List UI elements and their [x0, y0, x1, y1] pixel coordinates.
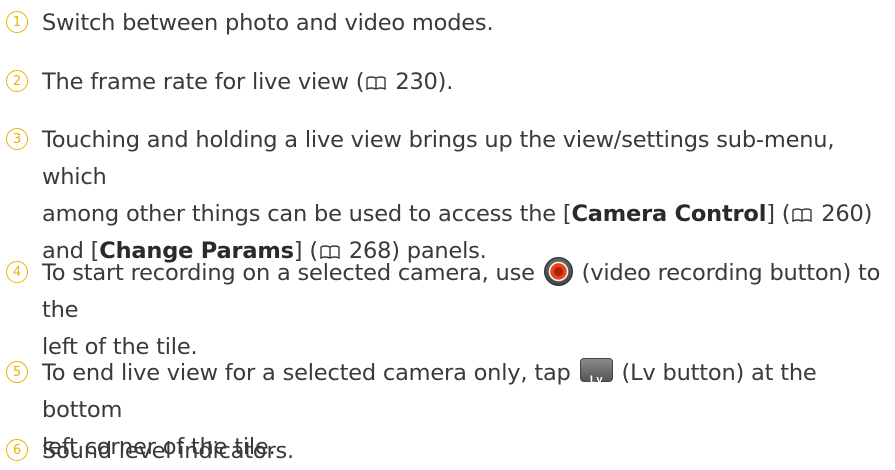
item-3-line-1: Touching and holding a live view brings …: [42, 127, 835, 190]
item-text: Touching and holding a live view brings …: [42, 122, 895, 270]
video-recording-button-icon: [543, 257, 573, 286]
number-badge: 5: [6, 361, 28, 383]
item-3-text-a: among other things can be used to access…: [42, 201, 572, 227]
list-item-1: 1 Switch between photo and video modes.: [6, 8, 895, 42]
list-item-2: 2 The frame rate for live view ( 230).: [6, 67, 895, 101]
item-text: To start recording on a selected camera,…: [42, 255, 895, 366]
number-badge: 2: [6, 70, 28, 92]
list-item-3: 3 Touching and holding a live view bring…: [6, 125, 895, 270]
list-item-6: 6 Sound level indicators.: [6, 436, 895, 470]
number-badge: 3: [6, 128, 28, 150]
book-icon: [792, 208, 813, 222]
book-icon: [366, 76, 387, 90]
item-3-text-b: ] (: [766, 201, 791, 227]
item-5-text-a: To end live view for a selected camera o…: [42, 360, 578, 386]
lv-button-icon: [579, 358, 613, 399]
item-6-text: Sound level indicators.: [42, 438, 294, 464]
item-2-text-a: The frame rate for live view (: [42, 69, 365, 95]
item-text: The frame rate for live view ( 230).: [42, 64, 453, 101]
item-4-text-a: To start recording on a selected camera,…: [42, 260, 542, 286]
number-badge: 4: [6, 261, 28, 283]
list-item-4: 4 To start recording on a selected camer…: [6, 255, 895, 366]
camera-control-label: Camera Control: [571, 201, 767, 227]
item-1-text: Switch between photo and video modes.: [42, 10, 494, 36]
item-text: Switch between photo and video modes.: [42, 5, 494, 42]
item-2-text-b: 230).: [388, 69, 454, 95]
number-badge: 6: [6, 439, 28, 461]
item-text: Sound level indicators.: [42, 433, 294, 470]
number-badge: 1: [6, 11, 28, 33]
item-3-text-c: 260): [814, 201, 873, 227]
